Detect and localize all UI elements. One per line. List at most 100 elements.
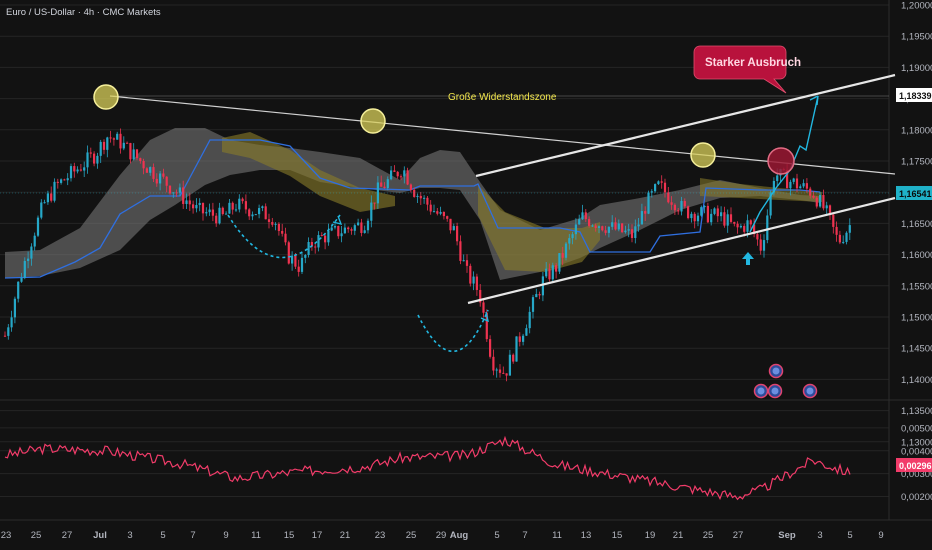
- candle-body: [452, 226, 455, 231]
- indicator-tick-label: 0,00400: [901, 446, 932, 457]
- candle-body: [238, 198, 241, 210]
- candle-body: [198, 202, 201, 206]
- candle-body: [581, 212, 584, 220]
- candle-body: [489, 339, 492, 357]
- candle-body: [848, 225, 851, 233]
- candle-body: [825, 205, 828, 209]
- candle-body: [518, 336, 521, 342]
- candle-body: [746, 220, 749, 232]
- price-chart[interactable]: 1,200001,195001,190001,185001,180001,175…: [0, 0, 932, 550]
- candle-body: [538, 294, 541, 296]
- candle-body: [766, 215, 769, 241]
- candle-body: [155, 178, 158, 184]
- candle-body: [634, 226, 637, 238]
- candle-body: [416, 195, 419, 197]
- time-tick-label: 5: [847, 530, 852, 541]
- time-tick-label: 11: [251, 530, 261, 541]
- resistance-zone-label: Große Widerstandszone: [448, 92, 557, 103]
- candle-body: [594, 225, 597, 229]
- candle-body: [60, 179, 63, 183]
- candle-body: [729, 214, 733, 222]
- candle-body: [291, 255, 294, 264]
- candle-body: [842, 241, 845, 243]
- candle-body: [614, 222, 617, 230]
- candle-body: [112, 138, 115, 140]
- candle-body: [89, 152, 92, 154]
- indicator-last-tag: 0,00296: [896, 458, 932, 472]
- candle-body: [627, 229, 630, 231]
- candle-body: [409, 184, 412, 190]
- candle-body: [558, 253, 561, 272]
- candle-body: [225, 213, 228, 215]
- candle-body: [36, 217, 40, 236]
- candle-body: [109, 137, 112, 139]
- candle-body: [601, 226, 604, 231]
- candle-body: [300, 257, 304, 272]
- candle-body: [20, 277, 23, 282]
- candle-body: [287, 242, 290, 264]
- candle-body: [152, 167, 155, 179]
- candle-body: [604, 230, 607, 233]
- time-tick-label: 15: [284, 530, 295, 541]
- candle-body: [333, 226, 337, 228]
- candle-body: [129, 143, 132, 160]
- candle-body: [3, 335, 7, 337]
- time-tick-label: 17: [312, 530, 323, 541]
- price-tick-label: 1,15500: [901, 281, 932, 292]
- candle-body: [700, 207, 703, 216]
- candle-body: [145, 168, 148, 173]
- candle-body: [234, 209, 238, 211]
- candle-body: [149, 167, 152, 173]
- candle-body: [122, 142, 125, 149]
- candle-body: [314, 246, 317, 248]
- time-tick-label: 3: [127, 530, 132, 541]
- time-tick-label: 7: [522, 530, 527, 541]
- candle-body: [277, 223, 280, 231]
- candle-body: [654, 184, 657, 192]
- candle-body: [330, 227, 333, 231]
- candle-body: [439, 211, 442, 214]
- candle-body: [320, 235, 323, 237]
- candle-body: [426, 197, 429, 205]
- last-price-tag: 1,16541: [896, 186, 932, 200]
- candle-body: [706, 205, 709, 223]
- candle-body: [502, 372, 505, 374]
- candle-body: [258, 208, 261, 215]
- time-tick-label: 27: [62, 530, 73, 541]
- candle-body: [201, 202, 205, 214]
- time-tick-label: 9: [223, 530, 228, 541]
- candle-body: [812, 195, 815, 198]
- candle-body: [578, 219, 581, 225]
- candle-body: [492, 356, 495, 371]
- candle-body: [838, 234, 841, 243]
- candle-body: [205, 212, 208, 214]
- candle-body: [561, 253, 564, 258]
- candle-body: [79, 169, 82, 171]
- time-tick-label: 9: [878, 530, 883, 541]
- candle-body: [17, 281, 20, 299]
- indicator-last-label: 0,00296: [899, 461, 932, 471]
- candle-body: [363, 230, 366, 233]
- candle-body: [548, 268, 551, 280]
- candle-body: [102, 141, 106, 150]
- candle-body: [195, 205, 198, 209]
- candle-body: [591, 225, 594, 227]
- candle-body: [564, 243, 568, 258]
- candle-body: [73, 166, 76, 172]
- candle-body: [215, 215, 218, 224]
- candle-body: [436, 211, 439, 214]
- indicator-tick-label: 0,00200: [901, 492, 932, 503]
- candle-body: [343, 227, 346, 234]
- candle-body: [759, 239, 762, 251]
- candle-body: [218, 207, 221, 224]
- candle-body: [30, 246, 33, 259]
- candle-body: [584, 212, 587, 220]
- candle-body: [353, 225, 356, 231]
- candle-body: [505, 373, 508, 376]
- candle-body: [99, 141, 102, 156]
- candle-body: [116, 133, 119, 140]
- time-tick-label: 25: [406, 530, 417, 541]
- candle-body: [819, 195, 822, 207]
- time-tick-label: 27: [733, 530, 744, 541]
- candle-body: [93, 153, 96, 164]
